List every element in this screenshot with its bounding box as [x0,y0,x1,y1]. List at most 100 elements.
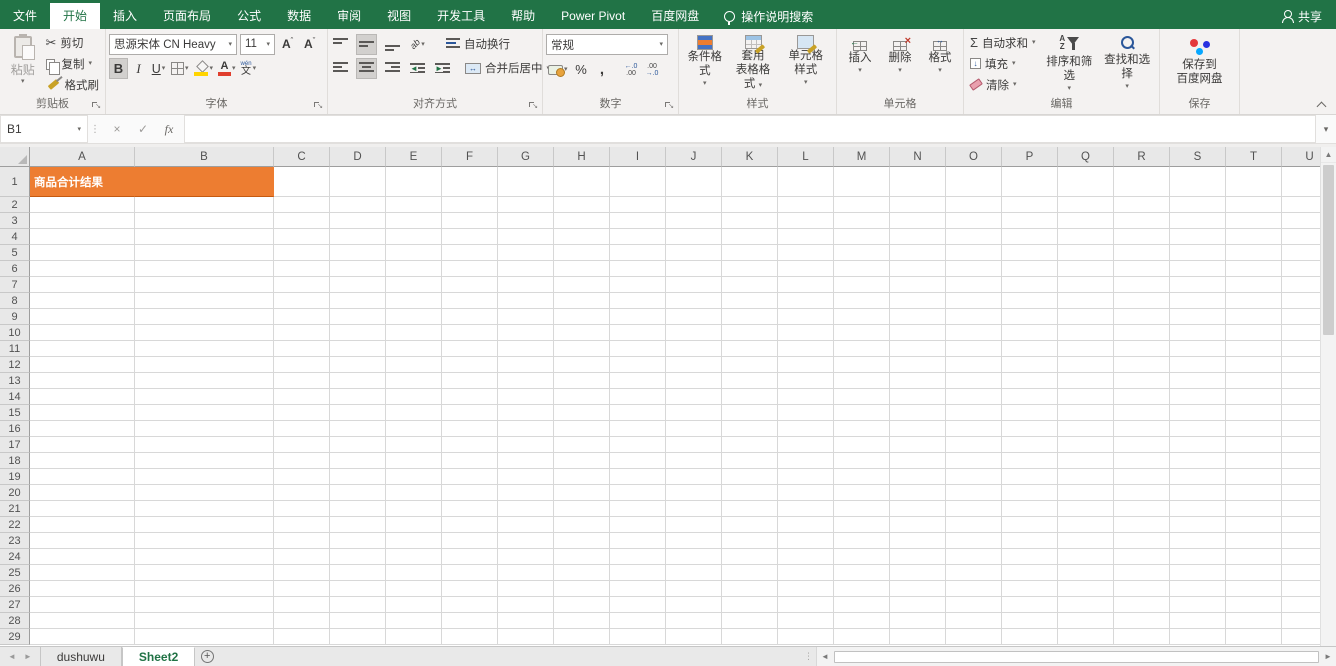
grid-cell-B5[interactable] [135,245,274,261]
tab-data[interactable]: 数据 [274,3,324,29]
grid-cell-E1[interactable] [386,167,442,197]
vertical-scrollbar[interactable]: ▲ [1320,147,1336,646]
grid-cell-O26[interactable] [946,581,1002,597]
grid-cell-J4[interactable] [666,229,722,245]
row-header-21[interactable]: 21 [0,501,30,517]
grid-cell-P14[interactable] [1002,389,1058,405]
grid-cell-C27[interactable] [274,597,330,613]
clipboard-dialog-launcher[interactable] [92,102,101,111]
grid-cell-B27[interactable] [135,597,274,613]
grid-cell-M22[interactable] [834,517,890,533]
grid-cell-O8[interactable] [946,293,1002,309]
grid-cell-D17[interactable] [330,437,386,453]
wrap-text-button[interactable]: 自动换行 [443,34,513,55]
tab-insert[interactable]: 插入 [100,3,150,29]
grid-cell-P29[interactable] [1002,629,1058,645]
row-header-17[interactable]: 17 [0,437,30,453]
grid-cell-T15[interactable] [1226,405,1282,421]
grid-cell-B24[interactable] [135,549,274,565]
grid-cell-M11[interactable] [834,341,890,357]
grid-cell-H12[interactable] [554,357,610,373]
grid-cell-G15[interactable] [498,405,554,421]
grid-cell-I26[interactable] [610,581,666,597]
grid-cell-U24[interactable] [1282,549,1320,565]
grid-cell-G28[interactable] [498,613,554,629]
grid-cell-U25[interactable] [1282,565,1320,581]
grid-cell-T20[interactable] [1226,485,1282,501]
decrease-decimal-button[interactable]: .00→.0 [643,59,662,80]
grid-cell-O29[interactable] [946,629,1002,645]
grid-cell-U5[interactable] [1282,245,1320,261]
grid-cell-E24[interactable] [386,549,442,565]
grid-cell-P15[interactable] [1002,405,1058,421]
conditional-formatting-button[interactable]: 条件格式 ▾ [682,32,728,87]
grid-cell-Q22[interactable] [1058,517,1114,533]
grid-cell-P3[interactable] [1002,213,1058,229]
grid-cell-B2[interactable] [135,197,274,213]
grid-cell-K3[interactable] [722,213,778,229]
alignment-dialog-launcher[interactable] [529,102,538,111]
grid-cell-U12[interactable] [1282,357,1320,373]
grid-cell-H29[interactable] [554,629,610,645]
grid-cell-K4[interactable] [722,229,778,245]
grid-cell-L9[interactable] [778,309,834,325]
grid-cell-F27[interactable] [442,597,498,613]
grid-cell-I2[interactable] [610,197,666,213]
grid-cell-I24[interactable] [610,549,666,565]
grid-cell-F1[interactable] [442,167,498,197]
grid-cell-S22[interactable] [1170,517,1226,533]
grid-cell-F22[interactable] [442,517,498,533]
row-header-11[interactable]: 11 [0,341,30,357]
column-header-D[interactable]: D [330,147,386,167]
grid-cell-G4[interactable] [498,229,554,245]
grid-cell-G22[interactable] [498,517,554,533]
grid-cell-B26[interactable] [135,581,274,597]
grid-cell-J9[interactable] [666,309,722,325]
grid-cell-U23[interactable] [1282,533,1320,549]
grid-cell-D29[interactable] [330,629,386,645]
row-header-3[interactable]: 3 [0,213,30,229]
scroll-right-icon[interactable]: ► [1320,652,1336,661]
grid-cell-N26[interactable] [890,581,946,597]
grid-cell-E25[interactable] [386,565,442,581]
grid-cell-K13[interactable] [722,373,778,389]
format-as-table-button[interactable]: 套用 表格格式 ▾ [728,32,779,91]
grid-cell-H7[interactable] [554,277,610,293]
grid-cell-O15[interactable] [946,405,1002,421]
grid-cell-C1[interactable] [274,167,330,197]
row-header-25[interactable]: 25 [0,565,30,581]
grid-cell-E11[interactable] [386,341,442,357]
grid-cell-N2[interactable] [890,197,946,213]
grid-cell-A17[interactable] [30,437,135,453]
grid-cell-U10[interactable] [1282,325,1320,341]
grid-cell-F25[interactable] [442,565,498,581]
grid-cell-S27[interactable] [1170,597,1226,613]
grid-cell-O22[interactable] [946,517,1002,533]
grid-cell-K19[interactable] [722,469,778,485]
grid-cell-P6[interactable] [1002,261,1058,277]
grid-cell-U21[interactable] [1282,501,1320,517]
insert-function-button[interactable]: fx [156,122,182,137]
grid-cell-Q3[interactable] [1058,213,1114,229]
column-header-I[interactable]: I [610,147,666,167]
grid-cell-T1[interactable] [1226,167,1282,197]
grid-cell-E17[interactable] [386,437,442,453]
grid-cell-Q16[interactable] [1058,421,1114,437]
column-header-N[interactable]: N [890,147,946,167]
name-box[interactable]: B1 ▾ [0,115,88,143]
grid-cell-P11[interactable] [1002,341,1058,357]
grid-cell-S8[interactable] [1170,293,1226,309]
column-header-T[interactable]: T [1226,147,1282,167]
grid-cell-L12[interactable] [778,357,834,373]
grid-cell-S25[interactable] [1170,565,1226,581]
row-header-23[interactable]: 23 [0,533,30,549]
grid-cell-B16[interactable] [135,421,274,437]
grid-cell-I25[interactable] [610,565,666,581]
grid-cell-Q12[interactable] [1058,357,1114,373]
font-name-select[interactable]: 思源宋体 CN Heavy ▾ [109,34,237,55]
grid-cell-P2[interactable] [1002,197,1058,213]
grid-cell-L13[interactable] [778,373,834,389]
grid-cell-T22[interactable] [1226,517,1282,533]
grid-cell-A19[interactable] [30,469,135,485]
grid-cell-A5[interactable] [30,245,135,261]
